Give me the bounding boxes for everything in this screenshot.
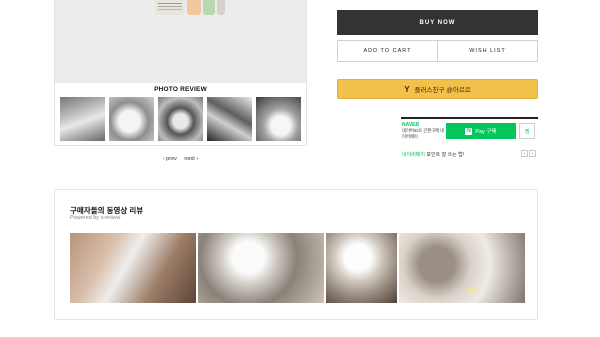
plusfriend-button[interactable]: Y 플러스친구 @아르르 [337,79,538,99]
naver-n-icon: N [465,127,473,135]
product-image [55,0,306,83]
review-photo-thumbnail[interactable] [256,97,301,141]
video-review-item[interactable]: [냠냠] [399,233,525,303]
plusfriend-icon: Y [404,84,410,94]
plusfriend-label: 플러스친구 @아르르 [414,87,471,94]
naver-pay-buy-label: Pay 구매 [475,129,497,135]
buy-now-button[interactable]: BUY NOW [337,10,538,35]
video-review-list: [냠냠] [70,233,525,303]
cart-wish-row: ADD TO CART WISH LIST [337,40,538,62]
chevron-right-icon[interactable]: › [529,150,536,157]
photo-review-title: PHOTO REVIEW [154,86,207,93]
review-photo-thumbnail[interactable] [60,97,105,141]
product-package-print [158,3,182,4]
naver-pay-promo-text: 포인트 잘 쓰는 법! [425,152,465,158]
video-review-item[interactable] [70,233,196,303]
naver-pay-description: 네이버ID로 간편구매 네이버페이 [402,128,445,139]
naver-pay-promo-arrows: ‹ › [521,150,536,157]
review-photo-thumbnail[interactable] [109,97,154,141]
review-photo-thumbnail[interactable] [158,97,203,141]
product-package-grey [217,0,225,15]
chevron-left-icon[interactable]: ‹ [521,150,528,157]
naver-pay-widget: NAVER 네이버ID로 간편구매 네이버페이 N Pay 구매 찜 네이버페이… [401,117,538,158]
video-review-item[interactable] [326,233,397,303]
product-page: PHOTO REVIEW ‹ prev next › BUY NOW ADD T… [0,0,600,337]
product-package-green [203,0,215,15]
product-gallery: PHOTO REVIEW [54,0,307,146]
photo-review-thumbnails [60,97,301,141]
wish-list-button[interactable]: WISH LIST [438,40,538,62]
video-review-item[interactable] [198,233,324,303]
next-link[interactable]: next › [184,156,198,162]
prev-link[interactable]: ‹ prev [163,156,177,162]
add-to-cart-button[interactable]: ADD TO CART [337,40,438,62]
naver-pay-wish-button[interactable]: 찜 [519,123,535,139]
photo-review-pager: ‹ prev next › [54,156,307,162]
video-review-subtitle: Powered by v.review [70,215,121,221]
naver-pay-promo[interactable]: 네이버페이 포인트 잘 쓰는 법! [402,151,464,158]
video-review-section: 구매자들의 동영상 리뷰 Powered by v.review [냠냠] [54,189,538,320]
video-caption: [냠냠] [468,288,480,294]
review-photo-thumbnail[interactable] [207,97,252,141]
naver-pay-buy-button[interactable]: N Pay 구매 [446,123,516,139]
naver-pay-promo-highlight: 네이버페이 [402,152,426,158]
product-package-orange [187,0,201,15]
